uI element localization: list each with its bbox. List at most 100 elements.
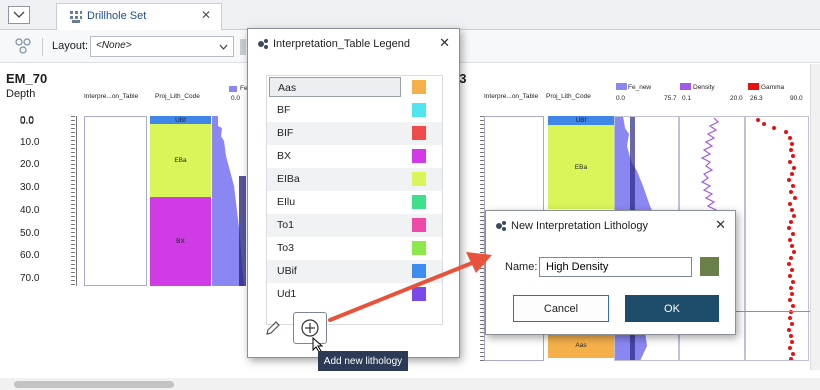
horizontal-scrollbar-thumb[interactable] — [14, 381, 174, 388]
fe-min-label: 0.0 — [616, 95, 626, 102]
edit-lithology-button[interactable] — [262, 317, 284, 339]
legend-item-name: UBif — [277, 265, 297, 277]
vertical-scrollbar[interactable] — [810, 64, 820, 370]
name-label: Name: — [505, 261, 538, 273]
left-pane-title: EM_70 — [6, 71, 48, 86]
legend-color-swatch[interactable] — [412, 149, 426, 163]
legend-color-swatch[interactable] — [412, 287, 426, 301]
depth-cursor-line — [736, 311, 810, 312]
legend-color-swatch[interactable] — [412, 264, 426, 278]
legend-color-swatch[interactable] — [412, 80, 426, 94]
dialog-title: New Interpretation Lithology — [511, 220, 648, 232]
depth-tick-label: 50.0 — [20, 228, 40, 239]
lithology-color-picker[interactable] — [700, 257, 719, 276]
dialog-title: Interpretation_Table Legend — [273, 38, 410, 50]
legend-color-swatch[interactable] — [412, 126, 426, 140]
depth-tick-label: 0.0 — [20, 115, 34, 126]
legend-name-box: EIlu — [269, 192, 401, 212]
leapfrog-app-icon — [257, 38, 269, 53]
legend-name-box: Ud1 — [269, 284, 401, 304]
list-item[interactable]: Ud1 — [267, 283, 442, 306]
drillhole-set-icon — [69, 10, 83, 27]
add-circle-icon — [301, 319, 319, 337]
toolbar-separator — [42, 38, 43, 56]
fe-track-name: Fe_new — [628, 84, 652, 91]
close-icon[interactable]: ✕ — [439, 35, 450, 51]
lith-interval-eba: EBa — [150, 124, 211, 197]
interpretation-track — [84, 116, 147, 286]
list-item[interactable]: UBif — [267, 260, 442, 283]
legend-item-name: Aas — [278, 82, 297, 94]
legend-color-swatch[interactable] — [412, 241, 426, 255]
close-icon[interactable]: ✕ — [715, 217, 726, 233]
ok-button[interactable]: OK — [625, 295, 719, 322]
legend-item-name: BIF — [277, 127, 294, 139]
cancel-button[interactable]: Cancel — [513, 295, 609, 322]
layout-label: Layout: — [52, 40, 89, 52]
dialog-titlebar: Interpretation_Table Legend ✕ — [248, 29, 459, 59]
lith-interval-ubf: UBf — [150, 116, 211, 124]
fe-max-label: 75.7 — [664, 95, 677, 102]
list-item[interactable]: BIF — [267, 122, 442, 145]
fe-histogram-left — [212, 116, 246, 286]
legend-color-swatch[interactable] — [412, 103, 426, 117]
chevron-down-icon — [13, 11, 25, 18]
column-header-interpretation: Interpre...on_Table — [484, 93, 539, 100]
legend-name-box: To1 — [269, 215, 401, 235]
lith-label: EBa — [174, 157, 187, 164]
density-legend-swatch — [680, 83, 691, 90]
legend-name-box: BF — [269, 100, 401, 120]
dialog-titlebar: New Interpretation Lithology ✕ — [486, 211, 735, 241]
legend-item-name: BF — [277, 104, 291, 116]
list-item[interactable]: BF — [267, 99, 442, 122]
list-item[interactable]: To1 — [267, 214, 442, 237]
legend-item-name: To1 — [277, 219, 294, 231]
list-item[interactable]: BX — [267, 145, 442, 168]
list-item[interactable]: EIBa — [267, 168, 442, 191]
tab-title: Drillhole Set — [87, 10, 147, 22]
layout-select[interactable]: <None> — [90, 36, 234, 57]
legend-list: Aas BF BIF BX EIBa EIlu To1 To3 UBif Ud1 — [266, 75, 443, 325]
gamma-min-label: 26.3 — [750, 95, 763, 102]
lith-interval-bx: BX — [150, 197, 211, 286]
gamma-max-label: 90.0 — [790, 95, 803, 102]
lithology-name-input[interactable] — [539, 257, 692, 277]
expand-panel-button[interactable] — [8, 6, 30, 24]
tab-drillhole-set[interactable]: Drillhole Set ✕ — [56, 3, 222, 30]
interpretation-legend-dialog: Interpretation_Table Legend ✕ Aas BF BIF… — [247, 28, 460, 358]
lith-label: BX — [176, 238, 185, 245]
chevron-down-icon — [219, 39, 228, 54]
legend-color-swatch[interactable] — [412, 195, 426, 209]
lith-interval-eba: EBa — [548, 125, 614, 209]
toolbar-grip — [240, 39, 246, 55]
leapfrog-app-icon — [495, 220, 507, 235]
depth-tick-label: 60.0 — [20, 250, 40, 261]
legend-color-swatch[interactable] — [412, 172, 426, 186]
legend-name-box: BX — [269, 146, 401, 166]
legend-color-swatch[interactable] — [412, 218, 426, 232]
legend-name-box: Aas — [269, 77, 401, 97]
fe-legend-swatch — [229, 86, 237, 92]
lith-label: UBf — [175, 116, 186, 124]
legend-item-name: EIlu — [277, 196, 296, 208]
density-track-name: Density — [693, 84, 715, 91]
layout-value: <None> — [96, 40, 132, 51]
density-min-label: 0.1 — [682, 95, 692, 102]
fe-min-label: 0.0 — [231, 95, 241, 102]
close-tab-icon[interactable]: ✕ — [201, 8, 211, 22]
gamma-track-name: Gamma — [761, 84, 785, 91]
column-header-lith-code: Proj_Lith_Code — [546, 93, 591, 100]
legend-name-box: To3 — [269, 238, 401, 258]
lith-interval-ubf: UBf — [548, 116, 614, 125]
list-item[interactable]: EIlu — [267, 191, 442, 214]
pencil-icon — [266, 321, 280, 335]
new-lithology-dialog: New Interpretation Lithology ✕ Name: Can… — [485, 210, 736, 335]
legend-item-name: BX — [277, 150, 292, 162]
drillhole-settings-icon[interactable] — [14, 37, 32, 58]
lith-interval-aas: Aas — [548, 332, 614, 358]
list-item[interactable]: To3 — [267, 237, 442, 260]
lith-label: EBa — [574, 163, 588, 171]
lith-label: UBf — [575, 117, 587, 124]
list-item[interactable]: Aas — [267, 76, 442, 99]
column-header-lith-code: Proj_Lith_Code — [155, 93, 200, 100]
